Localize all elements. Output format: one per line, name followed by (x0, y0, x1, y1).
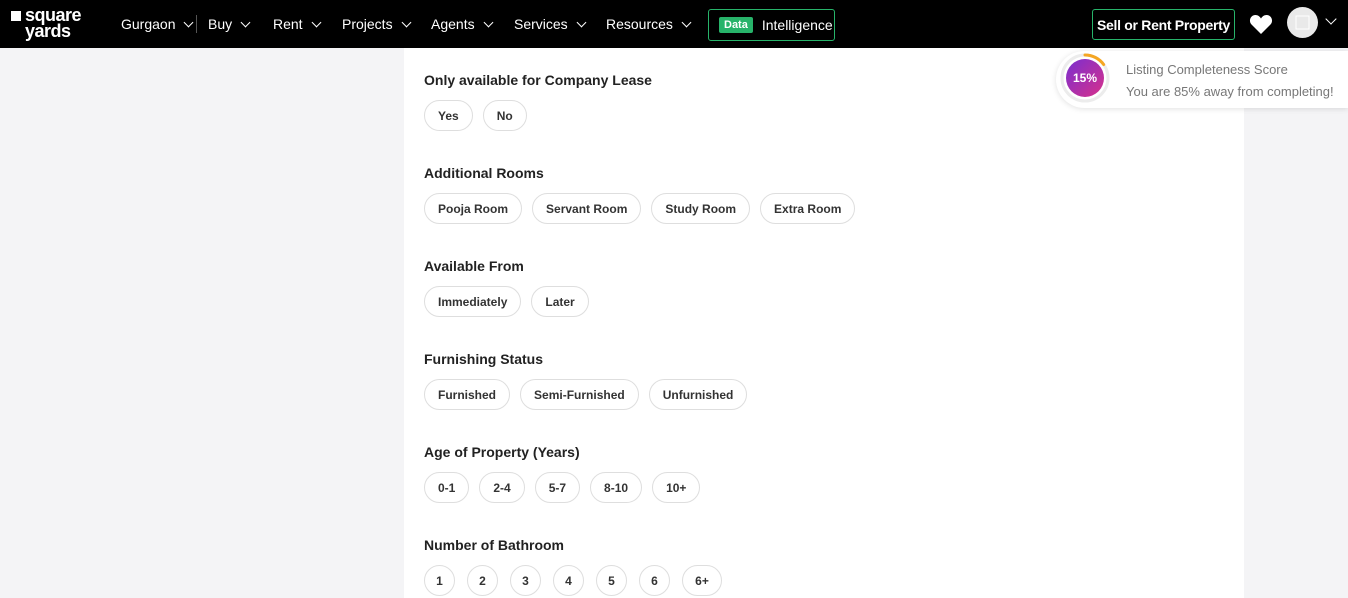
option-bathroom-6-plus[interactable]: 6+ (682, 565, 722, 596)
option-bathroom-1[interactable]: 1 (424, 565, 455, 596)
top-navigation-bar: square yards Gurgaon Buy Rent Projects A… (0, 0, 1348, 48)
option-no[interactable]: No (482, 100, 527, 131)
data-intelligence-label: Intelligence (761, 17, 833, 33)
option-yes[interactable]: Yes (424, 100, 473, 131)
nav-label: Agents (431, 16, 475, 32)
nav-resources[interactable]: Resources (606, 0, 692, 48)
option-furnished[interactable]: Furnished (424, 379, 511, 410)
option-servant-room[interactable]: Servant Room (532, 193, 642, 224)
option-later[interactable]: Later (531, 286, 589, 317)
chevron-down-icon[interactable] (1325, 13, 1337, 25)
chevron-down-icon (240, 17, 251, 27)
data-badge: Data (719, 17, 753, 33)
data-intelligence-button[interactable]: Data Intelligence (708, 9, 835, 41)
option-bathroom-6[interactable]: 6 (639, 565, 670, 596)
nav-agents[interactable]: Agents (431, 0, 494, 48)
option-unfurnished[interactable]: Unfurnished (648, 379, 748, 410)
bathroom-count-options: 1 2 3 4 5 6 6+ (424, 565, 722, 596)
option-age-5-7[interactable]: 5-7 (534, 472, 581, 503)
section-title-additional-rooms: Additional Rooms (424, 165, 544, 181)
nav-city-gurgaon[interactable]: Gurgaon (121, 0, 194, 48)
option-immediately[interactable]: Immediately (424, 286, 522, 317)
additional-rooms-options: Pooja Room Servant Room Study Room Extra… (424, 193, 856, 224)
company-lease-options: Yes No (424, 100, 527, 131)
chevron-down-icon (401, 17, 412, 27)
chevron-down-icon (311, 17, 322, 27)
logo-square-icon (11, 11, 21, 21)
nav-buy[interactable]: Buy (208, 0, 251, 48)
listing-completeness-widget: 15% Listing Completeness Score You are 8… (1056, 51, 1348, 108)
option-bathroom-5[interactable]: 5 (596, 565, 627, 596)
section-title-age-of-property: Age of Property (Years) (424, 444, 580, 460)
completeness-title: Listing Completeness Score (1126, 62, 1288, 77)
option-bathroom-3[interactable]: 3 (510, 565, 541, 596)
completeness-subtitle: You are 85% away from completing! (1126, 84, 1334, 99)
chevron-down-icon (576, 17, 587, 27)
option-bathroom-4[interactable]: 4 (553, 565, 584, 596)
sell-or-rent-property-button[interactable]: Sell or Rent Property (1092, 9, 1235, 40)
section-title-furnishing-status: Furnishing Status (424, 351, 543, 367)
option-semi-furnished[interactable]: Semi-Furnished (520, 379, 639, 410)
option-study-room[interactable]: Study Room (651, 193, 751, 224)
section-title-number-of-bathroom: Number of Bathroom (424, 537, 564, 553)
section-title-available-from: Available From (424, 258, 524, 274)
option-extra-room[interactable]: Extra Room (760, 193, 856, 224)
nav-projects[interactable]: Projects (342, 0, 412, 48)
nav-label: Gurgaon (121, 16, 176, 32)
square-yards-logo[interactable]: square yards (11, 6, 97, 41)
avatar-icon (1295, 15, 1310, 30)
nav-services[interactable]: Services (514, 0, 587, 48)
nav-label: Services (514, 16, 568, 32)
nav-label: Projects (342, 16, 393, 32)
option-age-2-4[interactable]: 2-4 (479, 472, 525, 503)
section-title-company-lease: Only available for Company Lease (424, 72, 652, 88)
nav-label: Resources (606, 16, 673, 32)
chevron-down-icon (184, 17, 194, 27)
logo-line2: yards (25, 21, 71, 41)
chevron-down-icon (483, 17, 494, 27)
chevron-down-icon (681, 17, 692, 27)
option-bathroom-2[interactable]: 2 (467, 565, 498, 596)
nav-label: Rent (273, 16, 303, 32)
option-age-8-10[interactable]: 8-10 (590, 472, 643, 503)
option-age-10-plus[interactable]: 10+ (652, 472, 701, 503)
nav-label: Buy (208, 16, 233, 32)
nav-rent[interactable]: Rent (273, 0, 322, 48)
nav-divider (196, 15, 197, 33)
property-details-form (404, 48, 1244, 598)
completeness-percent: 15% (1072, 71, 1098, 85)
option-pooja-room[interactable]: Pooja Room (424, 193, 523, 224)
option-age-0-1[interactable]: 0-1 (424, 472, 470, 503)
age-of-property-options: 0-1 2-4 5-7 8-10 10+ (424, 472, 701, 503)
furnishing-status-options: Furnished Semi-Furnished Unfurnished (424, 379, 748, 410)
heart-icon[interactable] (1249, 13, 1273, 35)
available-from-options: Immediately Later (424, 286, 589, 317)
user-avatar[interactable] (1287, 7, 1318, 38)
